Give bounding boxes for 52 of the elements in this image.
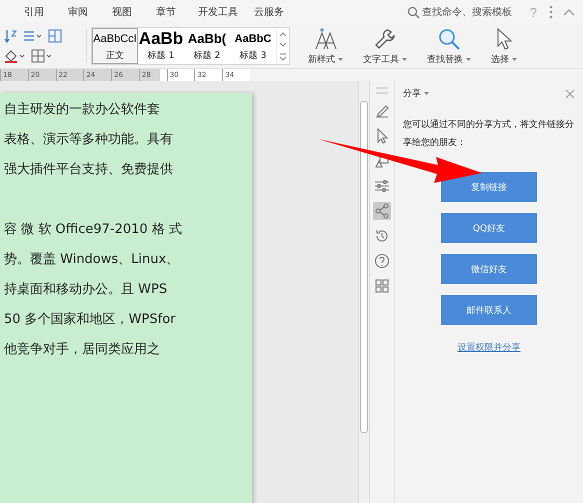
- table-icon[interactable]: [48, 29, 62, 43]
- search-field[interactable]: 查找命令、搜索模板: [406, 6, 518, 18]
- menu-tab[interactable]: 审阅: [56, 2, 100, 22]
- help-tool[interactable]: [373, 252, 392, 270]
- permission-link[interactable]: 设置权限并分享: [458, 341, 520, 354]
- border-icon[interactable]: [31, 49, 53, 63]
- sort-icon[interactable]: [4, 29, 18, 43]
- menu-tab[interactable]: 云服务: [244, 2, 288, 22]
- share-tool[interactable]: [373, 202, 392, 220]
- document-text: 强大插件平台支持、免费提供: [3, 161, 174, 179]
- panel-title[interactable]: 分享: [403, 87, 421, 100]
- grid-tool[interactable]: [373, 277, 392, 295]
- search-icon: [437, 26, 461, 50]
- fill-icon[interactable]: [4, 49, 26, 63]
- document-text: 他竞争对手，居同类应用之: [3, 341, 161, 359]
- share-button[interactable]: QQ好友: [441, 213, 537, 243]
- panel-description: 您可以通过不同的分享方式，将文件链接分享给您的朋友：: [403, 118, 575, 150]
- menu-tab[interactable]: 视图: [100, 2, 144, 22]
- ribbon-label: 文字工具: [363, 54, 399, 66]
- spacing-icon[interactable]: [23, 29, 43, 43]
- ribbon-label: 查找替换: [427, 54, 463, 66]
- more-icon[interactable]: [549, 5, 553, 19]
- document-text: 容 微 软 Office97-2010 格 式: [3, 221, 183, 239]
- caret-icon: [466, 58, 471, 60]
- caret-icon: [512, 58, 517, 60]
- scrollbar[interactable]: [358, 81, 370, 503]
- ribbon-label: 选择: [491, 54, 509, 66]
- menu-tab[interactable]: 章节: [144, 2, 188, 22]
- letters-icon: [314, 26, 338, 50]
- document-text: 50 多个国家和地区，WPSfor: [3, 311, 176, 329]
- close-icon[interactable]: [565, 88, 575, 98]
- document-text: 表格、演示等多种功能。具有: [3, 131, 174, 149]
- share-button[interactable]: 复制链接: [441, 172, 537, 202]
- menu-tab[interactable]: 开发工具: [188, 2, 244, 22]
- share-button[interactable]: 微信好友: [441, 254, 537, 284]
- search-icon: [406, 6, 420, 18]
- scroll-up-icon[interactable]: [279, 30, 287, 37]
- caret-icon: [402, 58, 407, 60]
- document-text: 持桌面和移动办公。且 WPS: [3, 281, 168, 299]
- style-option[interactable]: AaBbCcI 正文: [92, 28, 138, 64]
- ribbon-label: 新样式: [308, 54, 335, 66]
- document-text: 势。覆盖 Windows、Linux、: [3, 251, 180, 269]
- collapse-icon[interactable]: [563, 8, 575, 16]
- scroll-down-icon[interactable]: [279, 42, 287, 48]
- caret-icon: [338, 58, 343, 60]
- caret-icon[interactable]: [424, 92, 429, 95]
- menu-tab[interactable]: 引用: [12, 2, 56, 22]
- wrench-icon: [373, 26, 397, 50]
- share-button[interactable]: 邮件联系人: [441, 295, 537, 325]
- sliders-tool[interactable]: [373, 177, 392, 195]
- document-text: 自主研发的一款办公软件套: [3, 101, 161, 119]
- expand-icon[interactable]: [279, 53, 287, 62]
